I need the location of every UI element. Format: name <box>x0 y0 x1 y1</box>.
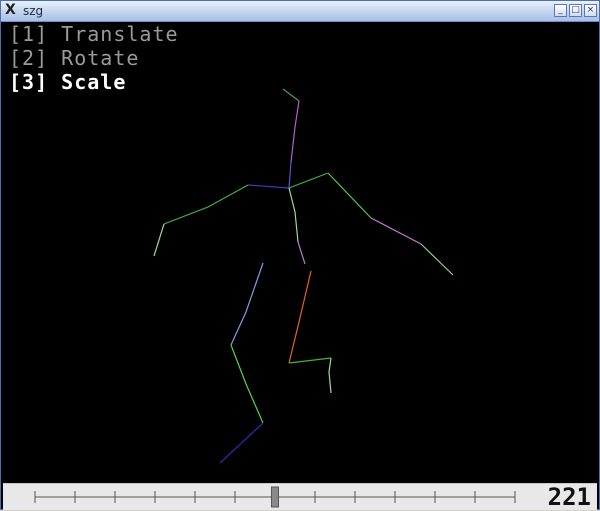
frame-counter: 221 <box>547 483 591 511</box>
bone-left-thigh <box>230 262 264 346</box>
window-title: szg <box>23 4 44 18</box>
bone-right-shoulder <box>288 172 329 189</box>
title-bar[interactable]: X szg _ □ × <box>1 1 599 22</box>
slider-handle <box>271 486 279 508</box>
bone-head <box>282 88 300 102</box>
x-icon: X <box>5 2 16 18</box>
bone-right-thigh <box>288 270 312 364</box>
bone-neck <box>290 100 300 163</box>
close-button[interactable]: × <box>584 4 597 17</box>
bone-right-knee <box>288 357 332 364</box>
bone-left-shoulder <box>247 184 290 189</box>
bone-right-elbow <box>370 217 422 245</box>
bone-left-shin <box>230 344 264 424</box>
bone-right-shin <box>328 357 332 394</box>
minimize-button[interactable]: _ <box>554 4 567 17</box>
bone-right-forearm <box>420 243 454 276</box>
bone-spine <box>288 187 299 243</box>
bone-left-forearm <box>153 223 165 257</box>
app-window: X szg _ □ × [1] Translate [2] Rotate [3]… <box>0 0 600 510</box>
stick-figure-skeleton <box>153 88 454 464</box>
bone-left-upper-arm <box>163 184 249 225</box>
maximize-button[interactable]: □ <box>569 4 582 17</box>
timeline-slider[interactable] <box>33 484 517 510</box>
bone-right-upper-arm <box>327 172 372 219</box>
render-canvas[interactable]: [1] Translate [2] Rotate [3] Scale <box>3 22 597 483</box>
bone-chest <box>288 161 292 189</box>
bone-left-foot <box>219 422 264 464</box>
timeline-bar: 221 <box>3 483 597 510</box>
bone-hip <box>297 241 306 265</box>
